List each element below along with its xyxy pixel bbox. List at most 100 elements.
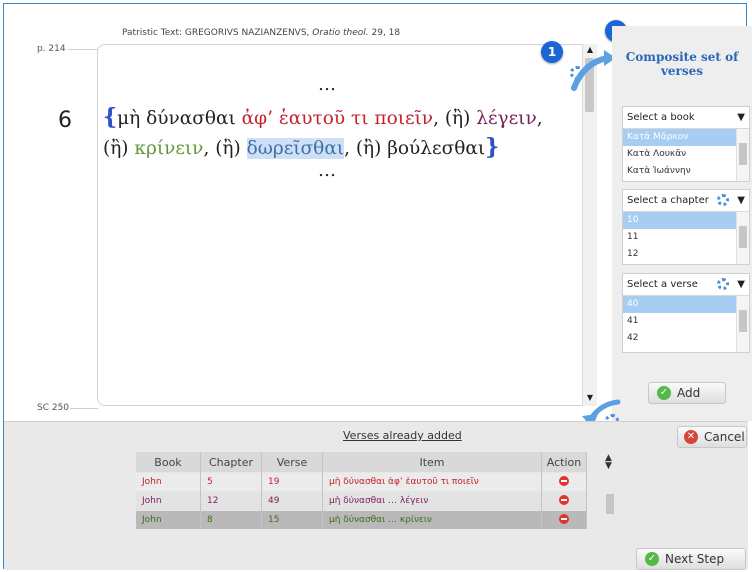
minus-circle-icon[interactable] bbox=[559, 494, 569, 505]
added-verses-table: Book Chapter Verse Item Action John 5 19… bbox=[136, 452, 587, 529]
cell-verse: 15 bbox=[261, 510, 323, 529]
col-action[interactable]: Action bbox=[541, 452, 587, 473]
sort-icon[interactable]: ▲ ▼ bbox=[605, 454, 612, 471]
spinner-icon bbox=[717, 194, 729, 206]
table-row[interactable]: John 8 15 μὴ δύνασθαι … κρίνειν bbox=[136, 510, 587, 529]
next-step-button[interactable]: ✓ Next Step bbox=[636, 548, 746, 570]
source-header: Patristic Text: GREGORIVS NAZIANZENVS, O… bbox=[122, 28, 400, 38]
minus-circle-icon[interactable] bbox=[559, 475, 569, 486]
cell-book: John bbox=[136, 510, 201, 529]
line2-seg1: (ἢ) bbox=[103, 138, 135, 159]
verse-number: 6 bbox=[58, 108, 72, 133]
brace-close: } bbox=[485, 134, 500, 160]
greek-line-2[interactable]: (ἢ) κρίνειν, (ἢ) δωρεῖσθαι, (ἢ) βούλεσθα… bbox=[103, 134, 499, 160]
verse-select-label: Select a verse bbox=[627, 279, 698, 290]
line1-seg5: , bbox=[536, 108, 543, 129]
verse-option[interactable]: 42 bbox=[623, 330, 749, 347]
book-option[interactable]: Κατὰ Ἰωάννην bbox=[623, 163, 749, 180]
cell-book: John bbox=[136, 472, 201, 492]
add-button-label: Add bbox=[677, 386, 701, 400]
cancel-button-label: Cancel bbox=[704, 430, 745, 444]
next-step-button-label: Next Step bbox=[665, 552, 725, 566]
cell-item: μὴ δύνασθαι ἀφ’ ἑαυτοῦ τι ποιεῖν bbox=[322, 472, 542, 492]
cancel-icon: ✕ bbox=[684, 429, 698, 444]
curved-arrow-icon bbox=[571, 50, 616, 91]
verse-select[interactable]: Select a verse ▼ 40 41 42 bbox=[622, 273, 750, 353]
add-button[interactable]: ✓ Add bbox=[648, 382, 726, 404]
minus-circle-icon[interactable] bbox=[559, 513, 569, 524]
source-work: Oratio theol. bbox=[312, 28, 369, 38]
chapter-option[interactable]: 10 bbox=[623, 212, 749, 229]
chapter-select[interactable]: Select a chapter ▼ 10 11 12 bbox=[622, 189, 750, 265]
cell-action bbox=[541, 472, 587, 492]
verse-scroll-thumb[interactable] bbox=[739, 310, 747, 332]
cell-verse: 19 bbox=[261, 472, 323, 492]
page-number-bottom: SC 250 bbox=[37, 403, 70, 413]
dropdown-triangle-icon[interactable]: ▼ bbox=[737, 107, 745, 128]
dropdown-triangle-icon[interactable]: ▼ bbox=[737, 190, 745, 211]
table-row[interactable]: John 5 19 μὴ δύνασθαι ἀφ’ ἑαυτοῦ τι ποιε… bbox=[136, 472, 587, 492]
page-rule-top bbox=[68, 49, 98, 50]
cell-action bbox=[541, 510, 587, 529]
verse-option[interactable]: 41 bbox=[623, 313, 749, 330]
line2-seg4-highlighted[interactable]: δωρεῖσθαι bbox=[246, 138, 345, 159]
line1-seg3: , (ἢ) bbox=[433, 108, 477, 129]
book-option[interactable]: Κατὰ Μᾶρκον bbox=[623, 129, 749, 146]
chapter-select-label: Select a chapter bbox=[627, 195, 709, 206]
ellipsis-top: … bbox=[318, 74, 337, 95]
line1-seg4[interactable]: λέγειν bbox=[476, 108, 536, 129]
added-verses-title: Verses already added bbox=[343, 429, 462, 442]
book-select-header[interactable]: Select a book ▼ bbox=[623, 107, 749, 129]
greek-line-1[interactable]: {μὴ δύνασθαι ἀφ’ ἑαυτοῦ τι ποιεῖν, (ἢ) λ… bbox=[103, 104, 543, 130]
page-rule-bottom bbox=[70, 408, 98, 409]
chapter-option[interactable]: 12 bbox=[623, 246, 749, 263]
line2-seg2[interactable]: κρίνειν bbox=[134, 138, 203, 159]
line1-seg2[interactable]: ἀφ’ ἑαυτοῦ τι ποιεῖν bbox=[242, 108, 433, 129]
book-option[interactable]: Κατὰ Λουκᾶν bbox=[623, 146, 749, 163]
chapter-scroll-thumb[interactable] bbox=[739, 226, 747, 248]
table-scroll-thumb[interactable] bbox=[606, 494, 614, 514]
verse-select-scrollbar[interactable] bbox=[736, 296, 749, 352]
step-badge-1: 1 bbox=[541, 41, 563, 63]
cell-item: μὴ δύνασθαι … κρίνειν bbox=[322, 510, 542, 529]
verse-option[interactable]: 40 bbox=[623, 296, 749, 313]
table-header: Book Chapter Verse Item Action bbox=[136, 452, 587, 473]
chapter-option[interactable]: 11 bbox=[623, 229, 749, 246]
cell-verse: 49 bbox=[261, 491, 323, 511]
cell-chapter: 8 bbox=[200, 510, 262, 529]
col-verse[interactable]: Verse bbox=[261, 452, 323, 473]
source-ref: 29, 18 bbox=[368, 28, 401, 38]
table-row[interactable]: John 12 49 μὴ δύνασθαι … λέγειν bbox=[136, 491, 587, 511]
cancel-button[interactable]: ✕ Cancel bbox=[677, 426, 747, 448]
spinner-icon bbox=[717, 278, 729, 290]
source-prefix: Patristic Text: GREGORIVS NAZIANZENVS, bbox=[122, 28, 313, 38]
book-select-scrollbar[interactable] bbox=[736, 129, 749, 181]
page-number-top: p. 214 bbox=[37, 44, 66, 54]
check-icon: ✓ bbox=[645, 551, 659, 566]
check-icon: ✓ bbox=[657, 385, 671, 400]
book-scroll-thumb[interactable] bbox=[739, 143, 747, 165]
composite-title: Composite set of verses bbox=[612, 50, 752, 78]
text-scrollbar[interactable]: ▲ ▼ bbox=[582, 44, 597, 406]
line2-seg3: , (ἢ) bbox=[203, 138, 247, 159]
chapter-select-header[interactable]: Select a chapter ▼ bbox=[623, 190, 749, 212]
composite-title-text: Composite set of verses bbox=[625, 50, 739, 78]
cell-item: μὴ δύνασθαι … λέγειν bbox=[322, 491, 542, 511]
cell-chapter: 12 bbox=[200, 491, 262, 511]
chapter-select-scrollbar[interactable] bbox=[736, 212, 749, 264]
text-panel[interactable] bbox=[97, 44, 597, 406]
cell-action bbox=[541, 491, 587, 511]
col-book[interactable]: Book bbox=[136, 452, 201, 473]
book-select[interactable]: Select a book ▼ Κατὰ Μᾶρκον Κατὰ Λουκᾶν … bbox=[622, 106, 750, 182]
brace-open: { bbox=[103, 104, 118, 130]
line2-seg5: , (ἢ) βούλεσθαι bbox=[344, 138, 486, 159]
verse-select-header[interactable]: Select a verse ▼ bbox=[623, 274, 749, 296]
col-item[interactable]: Item bbox=[322, 452, 542, 473]
dropdown-triangle-icon[interactable]: ▼ bbox=[737, 274, 745, 295]
cell-book: John bbox=[136, 491, 201, 511]
line1-seg1: μὴ δύνασθαι bbox=[117, 108, 242, 129]
ellipsis-bottom: … bbox=[318, 160, 337, 181]
table-scrollbar[interactable]: ▲ ▼ bbox=[603, 452, 617, 516]
col-chapter[interactable]: Chapter bbox=[200, 452, 262, 473]
cell-chapter: 5 bbox=[200, 472, 262, 492]
